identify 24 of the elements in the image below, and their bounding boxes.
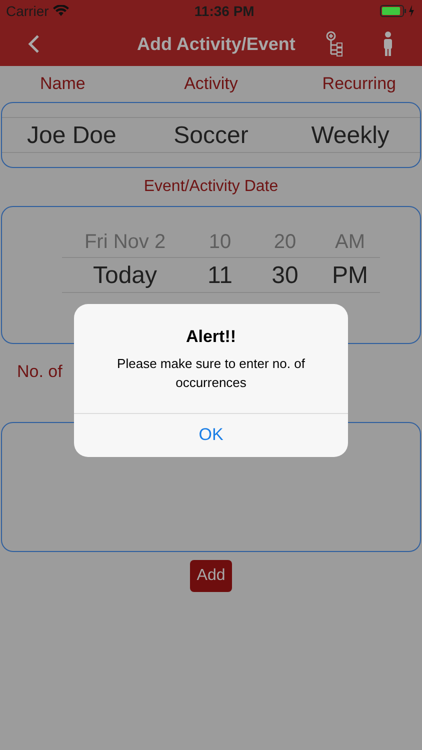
picker-item[interactable]: PM: [332, 258, 368, 294]
add-button[interactable]: Add: [190, 560, 232, 592]
alert-message: Please make sure to enter no. of occurrences: [116, 354, 306, 392]
occurrences-label: No. of: [17, 361, 62, 384]
wifi-icon: [52, 5, 69, 17]
section-label: Event/Activity Date: [144, 177, 278, 197]
carrier-label: Carrier: [6, 2, 49, 20]
back-icon[interactable]: [28, 34, 40, 54]
battery-charging-icon: [380, 5, 416, 17]
activity-picker[interactable]: Joe Doe Soccer Weekly: [1, 102, 421, 168]
picker-item[interactable]: Joe Doe: [26, 118, 116, 154]
picker-item[interactable]: 30: [272, 258, 298, 294]
column-heading: Name: [40, 73, 86, 96]
ok-button[interactable]: OK: [74, 412, 348, 456]
picker-item[interactable]: 11: [208, 258, 232, 294]
clock: 11:36 PM: [194, 2, 254, 20]
person-icon[interactable]: [382, 31, 394, 57]
picker-item[interactable]: Soccer: [174, 118, 248, 154]
picker-item[interactable]: Today: [92, 258, 158, 294]
nav-title: Add Activity/Event: [137, 32, 296, 56]
column-heading: Recurring: [322, 73, 396, 96]
picker-item[interactable]: Weekly: [311, 118, 390, 154]
column-heading: Activity: [184, 73, 238, 96]
tree-icon[interactable]: [326, 31, 344, 57]
